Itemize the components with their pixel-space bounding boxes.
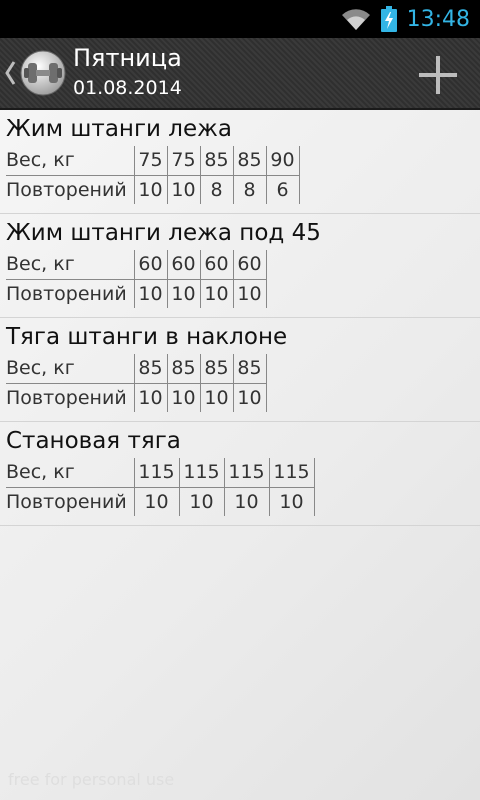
reps-cell: 8 [233, 175, 267, 204]
weight-cell: 60 [200, 250, 234, 280]
status-time: 13:48 [406, 6, 470, 32]
reps-row: Повторений 10 10 10 10 [6, 383, 267, 412]
page-date: 01.08.2014 [73, 77, 182, 99]
watermark: free for personal use [8, 770, 175, 789]
exercise-name: Становая тяга [6, 428, 181, 454]
reps-row: Повторений 10 10 10 10 [6, 487, 315, 516]
page-title: Пятница [73, 44, 182, 72]
reps-cell: 10 [233, 383, 267, 412]
weight-cell: 60 [233, 250, 267, 280]
reps-cell: 10 [200, 383, 234, 412]
weight-cell: 75 [134, 146, 168, 176]
exercise-name: Тяга штанги в наклоне [6, 324, 288, 350]
reps-label: Повторений [6, 175, 135, 204]
reps-cell: 10 [167, 175, 201, 204]
reps-cell: 8 [200, 175, 234, 204]
weight-cell: 85 [134, 354, 168, 384]
weight-cell: 85 [200, 146, 234, 176]
weight-cell: 85 [233, 354, 267, 384]
weight-cell: 115 [224, 458, 270, 488]
weight-row: Вес, кг 75 75 85 85 90 [6, 146, 300, 176]
reps-cell: 10 [134, 175, 168, 204]
weight-cell: 115 [269, 458, 315, 488]
add-icon[interactable] [416, 53, 460, 97]
weight-cell: 85 [167, 354, 201, 384]
reps-cell: 10 [224, 487, 270, 516]
weight-cell: 90 [266, 146, 300, 176]
weight-label: Вес, кг [6, 354, 135, 384]
reps-cell: 10 [233, 279, 267, 308]
reps-row: Повторений 10 10 10 10 [6, 279, 267, 308]
reps-cell: 10 [134, 487, 180, 516]
weight-label: Вес, кг [6, 458, 135, 488]
reps-row: Повторений 10 10 8 8 6 [6, 175, 300, 204]
battery-charging-icon [380, 6, 397, 32]
reps-cell: 10 [134, 279, 168, 308]
reps-label: Повторений [6, 487, 135, 516]
sets-table: Вес, кг 60 60 60 60 Повторений 10 10 10 … [6, 250, 267, 308]
dumbbell-icon[interactable] [20, 50, 66, 96]
status-bar: 13:48 [0, 0, 480, 38]
up-caret-icon[interactable] [4, 60, 16, 86]
weight-label: Вес, кг [6, 146, 135, 176]
sets-table: Вес, кг 85 85 85 85 Повторений 10 10 10 … [6, 354, 267, 412]
exercise-name: Жим штанги лежа под 45 [6, 220, 321, 246]
weight-cell: 60 [167, 250, 201, 280]
reps-cell: 10 [269, 487, 315, 516]
reps-label: Повторений [6, 383, 135, 412]
weight-cell: 85 [233, 146, 267, 176]
weight-cell: 115 [134, 458, 180, 488]
sets-table: Вес, кг 115 115 115 115 Повторений 10 10… [6, 458, 315, 516]
exercise-item[interactable]: Жим штанги лежа Вес, кг 75 75 85 85 90 П… [0, 110, 480, 214]
exercise-item[interactable]: Жим штанги лежа под 45 Вес, кг 60 60 60 … [0, 214, 480, 318]
sets-table: Вес, кг 75 75 85 85 90 Повторений 10 10 … [6, 146, 300, 204]
exercise-item[interactable]: Тяга штанги в наклоне Вес, кг 85 85 85 8… [0, 318, 480, 422]
weight-cell: 85 [200, 354, 234, 384]
reps-label: Повторений [6, 279, 135, 308]
weight-cell: 115 [179, 458, 225, 488]
exercise-item[interactable]: Становая тяга Вес, кг 115 115 115 115 По… [0, 422, 480, 526]
action-bar: Пятница 01.08.2014 [0, 38, 480, 110]
weight-row: Вес, кг 115 115 115 115 [6, 458, 315, 488]
reps-cell: 6 [266, 175, 300, 204]
weight-row: Вес, кг 60 60 60 60 [6, 250, 267, 280]
weight-row: Вес, кг 85 85 85 85 [6, 354, 267, 384]
wifi-icon [341, 9, 370, 30]
reps-cell: 10 [167, 383, 201, 412]
exercise-name: Жим штанги лежа [6, 116, 232, 142]
reps-cell: 10 [179, 487, 225, 516]
reps-cell: 10 [167, 279, 201, 308]
weight-cell: 60 [134, 250, 168, 280]
exercise-list: Жим штанги лежа Вес, кг 75 75 85 85 90 П… [0, 110, 480, 526]
reps-cell: 10 [134, 383, 168, 412]
weight-cell: 75 [167, 146, 201, 176]
weight-label: Вес, кг [6, 250, 135, 280]
reps-cell: 10 [200, 279, 234, 308]
